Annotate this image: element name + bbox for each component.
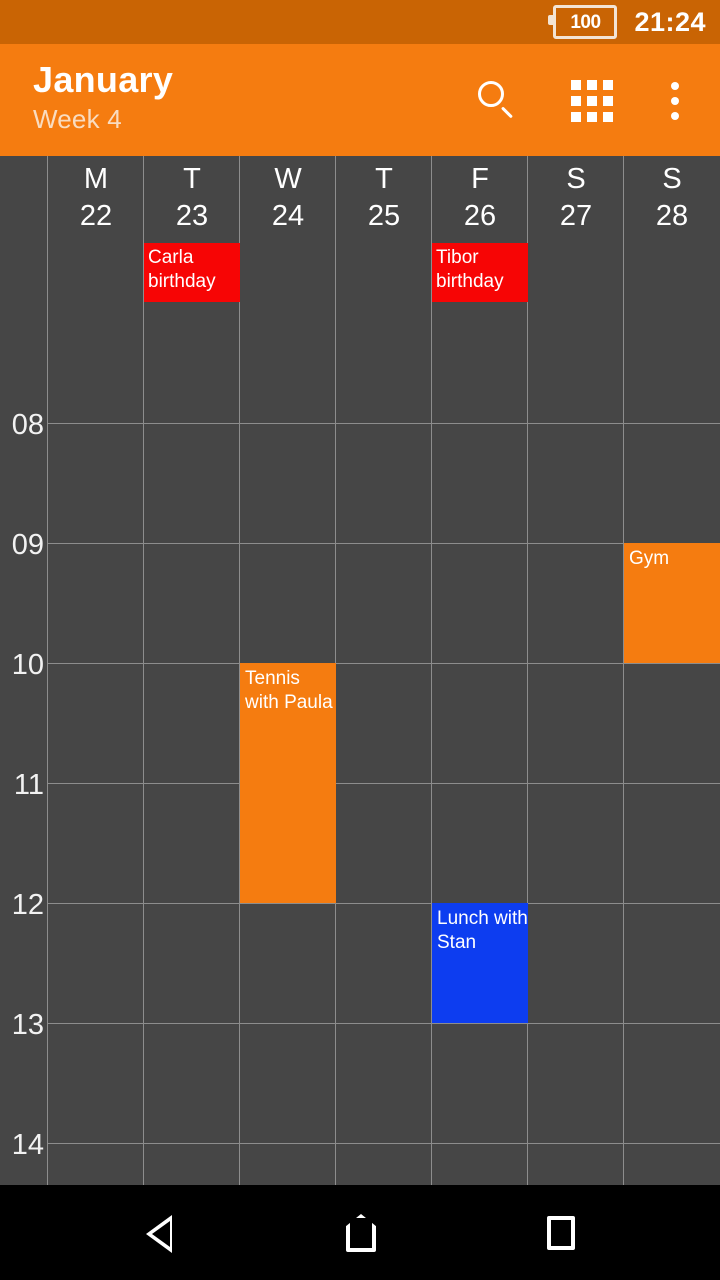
nav-recents-button[interactable] [470, 1185, 650, 1280]
day-letter: F [471, 163, 489, 195]
nav-home-button[interactable] [270, 1185, 450, 1280]
android-nav-bar [0, 1185, 720, 1280]
event-tennis-with-paula[interactable]: Tennis with Paula [240, 663, 336, 903]
hour-grid[interactable]: 08 09 10 11 12 13 14 Gym Tennis with Pau… [0, 302, 720, 1185]
hour-label-13: 13 [11, 1009, 44, 1041]
allday-event-carla-birthday[interactable]: Carla birthday [144, 243, 240, 302]
day-letter: T [375, 163, 393, 195]
search-icon-handle [500, 106, 513, 119]
event-gym[interactable]: Gym [624, 543, 720, 663]
search-button[interactable] [470, 74, 522, 126]
battery-icon: 100 [548, 5, 618, 39]
status-bar-clock: 21:24 [634, 6, 706, 37]
day-letter: M [83, 163, 109, 195]
week-calendar[interactable]: M 22 T 23 W 24 T 25 F 26 S 27 S 28 Carla… [0, 156, 720, 1185]
overflow-menu-icon [671, 82, 679, 120]
back-icon [146, 1215, 172, 1253]
status-bar: 100 21:24 [0, 0, 720, 44]
day-header-sat[interactable]: S 27 [528, 160, 624, 234]
allday-event-tibor-birthday[interactable]: Tibor birthday [432, 243, 528, 302]
day-letter: S [566, 163, 586, 195]
home-icon [346, 1214, 376, 1252]
grid-view-icon [571, 80, 613, 122]
day-number: 23 [175, 200, 209, 232]
day-header-thu[interactable]: T 25 [336, 160, 432, 234]
hour-label-11: 11 [13, 769, 44, 801]
page-subtitle: Week 4 [33, 104, 122, 134]
hour-label-14: 14 [11, 1129, 44, 1161]
hour-label-09: 09 [11, 529, 44, 561]
hour-label-08: 08 [11, 409, 44, 441]
day-number: 22 [79, 200, 113, 232]
hour-label-10: 10 [11, 649, 44, 681]
overflow-menu-button[interactable] [655, 74, 695, 126]
hour-line-08 [48, 423, 720, 424]
day-header-wed[interactable]: W 24 [240, 160, 336, 234]
day-header-mon[interactable]: M 22 [48, 160, 144, 234]
day-number: 26 [463, 200, 497, 232]
day-number: 24 [271, 200, 305, 232]
day-header-row: M 22 T 23 W 24 T 25 F 26 S 27 S 28 Carla… [0, 156, 720, 302]
day-letter: T [183, 163, 201, 195]
day-letter: S [662, 163, 682, 195]
hour-line-11 [48, 783, 720, 784]
search-icon [478, 81, 504, 107]
hour-line-14 [48, 1143, 720, 1144]
page-title: January [33, 59, 174, 100]
day-number: 28 [655, 200, 689, 232]
hour-line-12 [48, 903, 720, 904]
battery-level-text: 100 [570, 11, 601, 33]
day-header-tue[interactable]: T 23 [144, 160, 240, 234]
day-header-fri[interactable]: F 26 [432, 160, 528, 234]
day-number: 25 [367, 200, 401, 232]
title-block[interactable]: January Week 4 [33, 58, 173, 136]
day-letter: W [274, 163, 302, 195]
hour-line-09 [48, 543, 720, 544]
event-lunch-with-stan[interactable]: Lunch with Stan [432, 903, 528, 1023]
hour-label-12: 12 [11, 889, 44, 921]
nav-back-button[interactable] [70, 1185, 250, 1280]
day-header-sun[interactable]: S 28 [624, 160, 720, 234]
recents-icon [547, 1216, 575, 1250]
hour-line-10 [48, 663, 720, 664]
hour-line-13 [48, 1023, 720, 1024]
grid-view-button[interactable] [566, 74, 618, 126]
app-bar: January Week 4 [0, 44, 720, 156]
day-number: 27 [559, 200, 593, 232]
calendar-app-screen: 100 21:24 January Week 4 M 22 T 23 W 24 … [0, 0, 720, 1280]
